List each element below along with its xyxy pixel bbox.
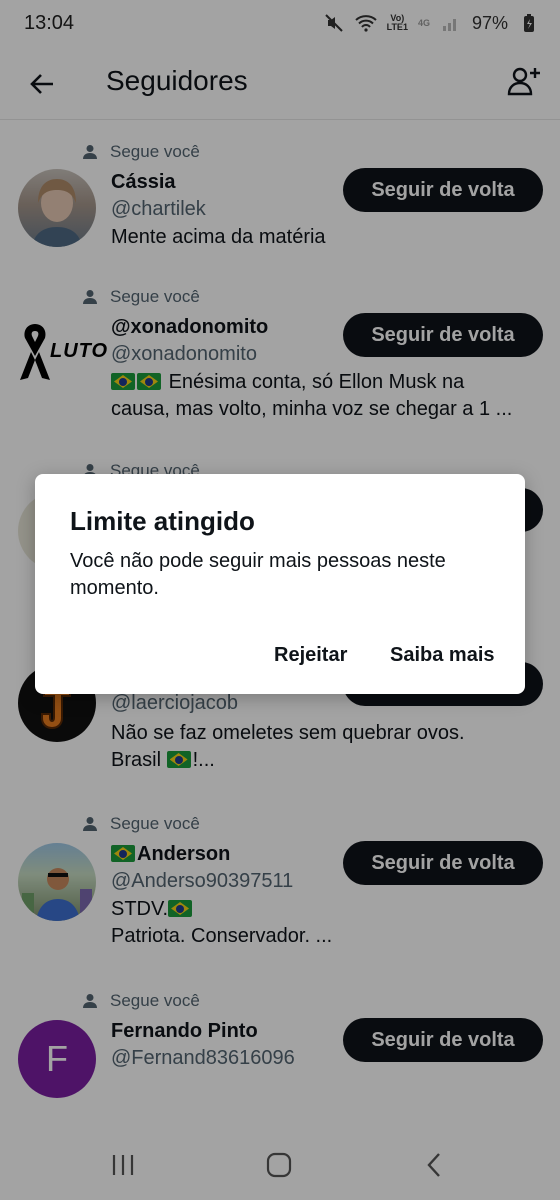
dialog-message: Você não pode seguir mais pessoas neste … (70, 550, 446, 599)
limit-reached-dialog: Limite atingido Você não pode seguir mai… (35, 474, 525, 694)
followers-screen: 13:04 Vo) LTE1 4G 97% Seguidores Segue v… (0, 0, 560, 1200)
learn-more-button[interactable]: Saiba mais (390, 644, 495, 667)
dialog-title: Limite atingido (70, 506, 255, 536)
reject-button[interactable]: Rejeitar (274, 644, 347, 667)
